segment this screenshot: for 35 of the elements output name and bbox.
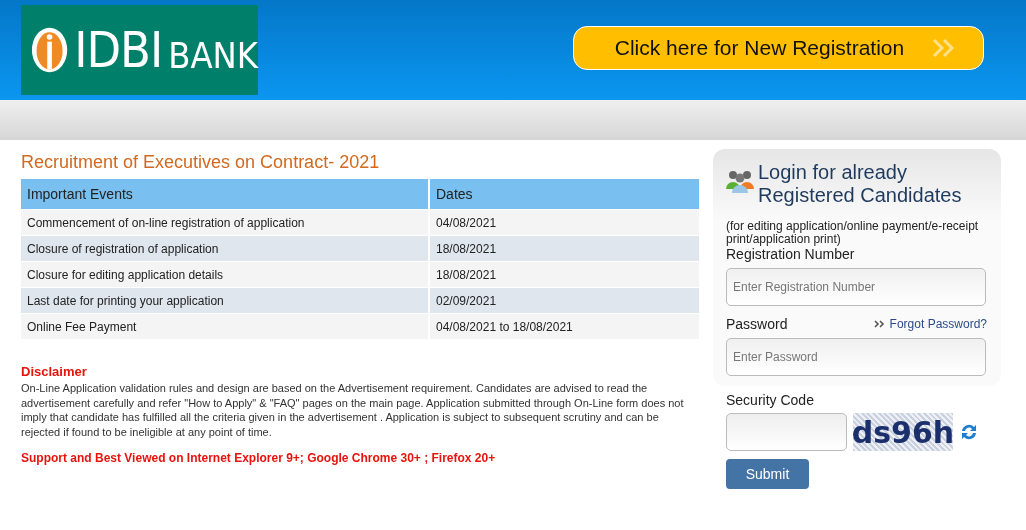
disclaimer-text: On-Line Application validation rules and design are based on the Advertisement requirement. Candidates are advised to read the advertisement carefully and refer "How to Apply" & "FAQ" pages on the main page. Application submitted through On-Line form does not imply that candidate has fulfilled all the criteria given in the advertisement . Application is subject to subsequent scrutiny and can be rejected if found to be ineligible at any point of time. xyxy=(21,381,685,439)
login-title: Registered Candidates xyxy=(758,184,962,207)
table-cell: Last date for printing your application xyxy=(21,287,429,314)
forgot-password-link[interactable]: Forgot Password? xyxy=(889,317,987,331)
double-chevron-icon xyxy=(873,320,886,328)
login-title: Login for already xyxy=(758,161,908,184)
logo-text: IDBI xyxy=(74,21,163,79)
double-chevron-icon xyxy=(932,38,957,58)
submit-button[interactable]: Submit xyxy=(726,459,809,489)
page-title: Recruitment of Executives on Contract- 2021 xyxy=(21,152,381,173)
login-subtitle: (for editing application/online payment/e-receipt print/application print) xyxy=(726,220,980,246)
field-label: Password xyxy=(726,316,788,332)
table-cell: Closure of registration of application xyxy=(21,235,429,262)
table-cell: 02/09/2021 xyxy=(429,287,700,314)
browser-support-note: Support and Best Viewed on Internet Explorer 9+; Google Chrome 30+ ; Firefox 20+ xyxy=(21,451,497,465)
column-header: Dates xyxy=(429,179,700,210)
logo-text: BANK xyxy=(168,34,258,76)
disclaimer-heading: Disclaimer xyxy=(21,364,88,379)
registration-number-field[interactable]: Enter Registration Number xyxy=(726,268,986,306)
security-code-field[interactable] xyxy=(726,413,847,451)
password-field[interactable]: Enter Password xyxy=(726,338,986,376)
table-cell: 04/08/2021 xyxy=(429,209,700,236)
new-registration-button[interactable]: Click here for New Registration xyxy=(573,26,984,70)
table-cell: Online Fee Payment xyxy=(21,313,429,339)
table-cell: 18/08/2021 xyxy=(429,261,700,288)
field-label: Security Code xyxy=(726,392,815,408)
table-cell: Commencement of on-line registration of application xyxy=(21,209,429,236)
table-cell: 04/08/2021 to 18/08/2021 xyxy=(429,313,700,339)
column-header: Important Events xyxy=(21,179,429,210)
captcha-image: ds96h xyxy=(853,413,953,451)
field-label: Registration Number xyxy=(726,246,856,262)
table-cell: Closure for editing application details xyxy=(21,261,429,288)
table-cell: 18/08/2021 xyxy=(429,235,700,262)
refresh-icon[interactable] xyxy=(959,422,979,442)
logo-emblem-icon xyxy=(31,25,69,75)
